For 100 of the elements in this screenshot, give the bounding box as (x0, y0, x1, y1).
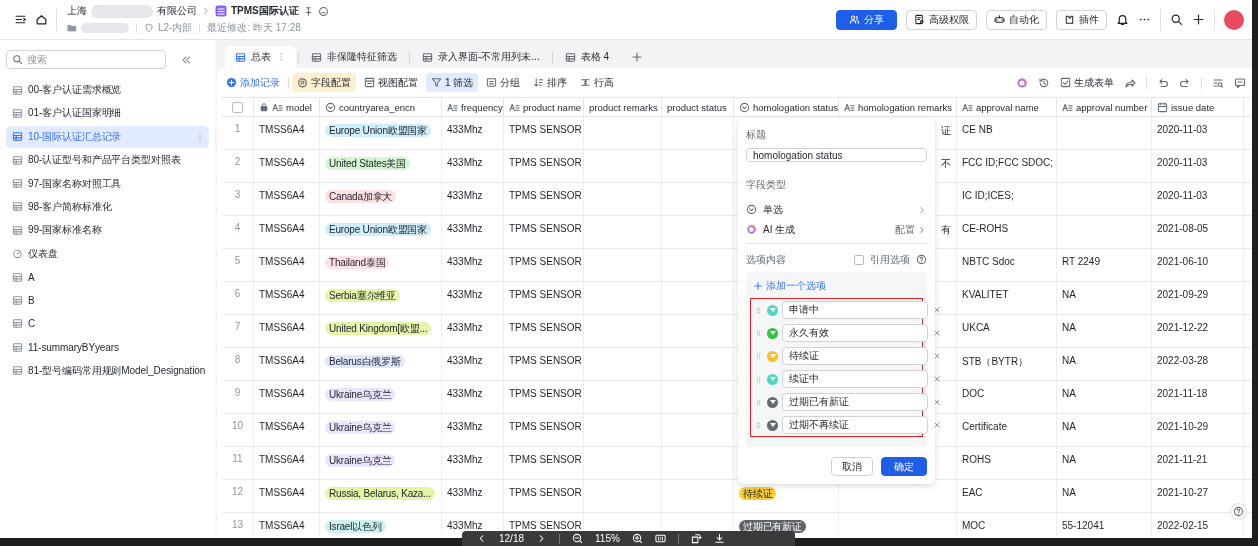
close-icon[interactable] (932, 374, 942, 384)
field-type-select[interactable]: 单选 (746, 201, 927, 219)
menu-icon[interactable] (14, 13, 27, 26)
country-tag: Serbia塞尔维亚 (325, 289, 400, 302)
redo-icon[interactable] (1179, 76, 1191, 89)
sidebar-item[interactable]: B (6, 289, 209, 312)
history-icon[interactable] (1038, 76, 1050, 89)
country-tag: Belarus白俄罗斯 (325, 355, 405, 368)
sidebar-item[interactable]: 99-国家标准名称 (6, 219, 209, 242)
sort-button[interactable]: 排序 (528, 73, 573, 92)
drag-handle-icon[interactable] (754, 305, 763, 315)
sidebar-item[interactable]: 01-客户认证国家明细 (6, 102, 209, 125)
automation-button[interactable]: 自动化 (986, 9, 1047, 30)
download-icon[interactable] (713, 533, 725, 544)
drag-handle-icon[interactable] (754, 420, 763, 430)
add-option-button[interactable]: 添加一个选项 (753, 279, 826, 293)
sidebar-item[interactable]: 仪表盘 (6, 242, 209, 265)
close-icon[interactable] (932, 328, 942, 338)
table-icon (235, 51, 246, 63)
color-dot[interactable] (767, 327, 778, 339)
filter-button[interactable]: 1 筛选 (426, 73, 479, 92)
search-field[interactable]: 搜索 (6, 50, 166, 69)
share-button[interactable]: 分享 (836, 9, 897, 30)
table-icon (12, 107, 23, 119)
option-field[interactable]: 待续证 (782, 347, 928, 365)
cancel-button[interactable]: 取消 (831, 457, 873, 476)
bell-icon[interactable] (1116, 13, 1129, 26)
sidebar-item[interactable]: C (6, 312, 209, 335)
drag-handle-icon[interactable] (754, 374, 763, 384)
close-icon[interactable] (932, 305, 942, 315)
confirm-button[interactable]: 确定 (881, 457, 927, 476)
sidebar-item[interactable]: 00-客户认证需求概览 (6, 79, 209, 101)
drag-handle-icon[interactable] (754, 351, 763, 361)
generate-form-button[interactable]: 生成表单 (1060, 75, 1114, 90)
color-dot[interactable] (767, 419, 778, 431)
emoji-icon[interactable] (317, 5, 329, 17)
close-icon[interactable] (932, 351, 942, 361)
sidebar-item[interactable]: 97-国家名称对照工具 (6, 172, 209, 195)
row-number: 4 (234, 222, 241, 233)
zoom-out-icon[interactable] (572, 533, 584, 544)
group-button[interactable]: 分组 (481, 73, 526, 92)
home-icon[interactable] (35, 13, 48, 26)
table-icon (12, 271, 23, 283)
help-icon[interactable] (916, 254, 927, 266)
undo-icon[interactable] (1157, 76, 1169, 89)
plugin-button[interactable]: 插件 (1056, 9, 1107, 30)
ai-icon[interactable] (1016, 76, 1028, 89)
configure-link[interactable]: 配置 (895, 222, 927, 237)
search-icon[interactable] (1170, 13, 1183, 26)
option-field[interactable]: 永久有效 (782, 324, 928, 342)
close-icon[interactable] (932, 420, 942, 430)
collapse-icon[interactable] (180, 53, 192, 66)
zoom-in-icon[interactable] (631, 533, 643, 544)
view-tab[interactable]: 非保隆特征筛选 (301, 46, 407, 68)
close-icon[interactable] (932, 397, 942, 407)
rotate-icon[interactable] (690, 533, 702, 544)
column-header: product remarks (589, 101, 658, 113)
view-tab[interactable]: 表格 4 (554, 46, 619, 68)
table-icon (12, 365, 23, 377)
drag-handle-icon[interactable] (754, 328, 763, 338)
permission-button[interactable]: 高级权限 (906, 9, 977, 30)
table-cell: TMSS6A4 (254, 381, 320, 413)
table-cell: NA (1057, 447, 1152, 479)
add-button[interactable]: 添加记录 (221, 73, 285, 92)
gear-icon (297, 77, 308, 88)
comment-icon[interactable] (1234, 76, 1246, 89)
option-field[interactable]: 申请中 (782, 301, 928, 319)
view-button[interactable]: 视图配置 (359, 73, 423, 92)
title-field[interactable]: homologation status (746, 148, 927, 163)
option-field[interactable]: 过期不再续证 (782, 416, 928, 434)
view-tab[interactable]: 录入界面-不常用列未... (412, 46, 550, 68)
country-tag: Israel以色列 (325, 520, 386, 533)
sidebar-item[interactable]: 11-summaryBYyears (6, 336, 209, 359)
avatar[interactable] (1224, 9, 1244, 30)
color-dot[interactable] (767, 304, 778, 316)
color-dot[interactable] (767, 350, 778, 362)
sidebar-item[interactable]: 10-国际认证汇总记录 (6, 125, 209, 148)
color-dot[interactable] (767, 396, 778, 408)
sidebar-item[interactable]: 80-认证型号和产品平台类型对照表 (6, 149, 209, 172)
sidebar-item[interactable]: A (6, 266, 209, 289)
table-icon (12, 318, 23, 330)
color-dot[interactable] (767, 373, 778, 385)
option-field[interactable]: 过期已有新证 (782, 393, 928, 411)
table-cell: TMSS6A4 (254, 513, 320, 538)
actual-size-icon[interactable] (654, 533, 666, 544)
table-icon (12, 224, 23, 236)
option-field[interactable]: 续证中 (782, 370, 928, 388)
sidebar-item[interactable]: 81-型号编码常用规则Model_Designation (6, 359, 209, 382)
sidebar-item[interactable]: 98-客户简称标准化 (6, 195, 209, 218)
view-tab[interactable]: 总表 (225, 46, 296, 68)
chevron-icon (917, 224, 927, 235)
row-height-button[interactable]: 行高 (575, 73, 620, 92)
permission-icon (914, 14, 925, 25)
find-icon[interactable] (1212, 76, 1224, 89)
checkbox[interactable] (854, 254, 864, 265)
checkbox[interactable] (232, 101, 243, 113)
plus-icon[interactable] (1192, 13, 1205, 26)
drag-handle-icon[interactable] (754, 397, 763, 407)
add-tab-icon[interactable] (631, 51, 643, 63)
fields-button[interactable]: 字段配置 (292, 73, 356, 92)
